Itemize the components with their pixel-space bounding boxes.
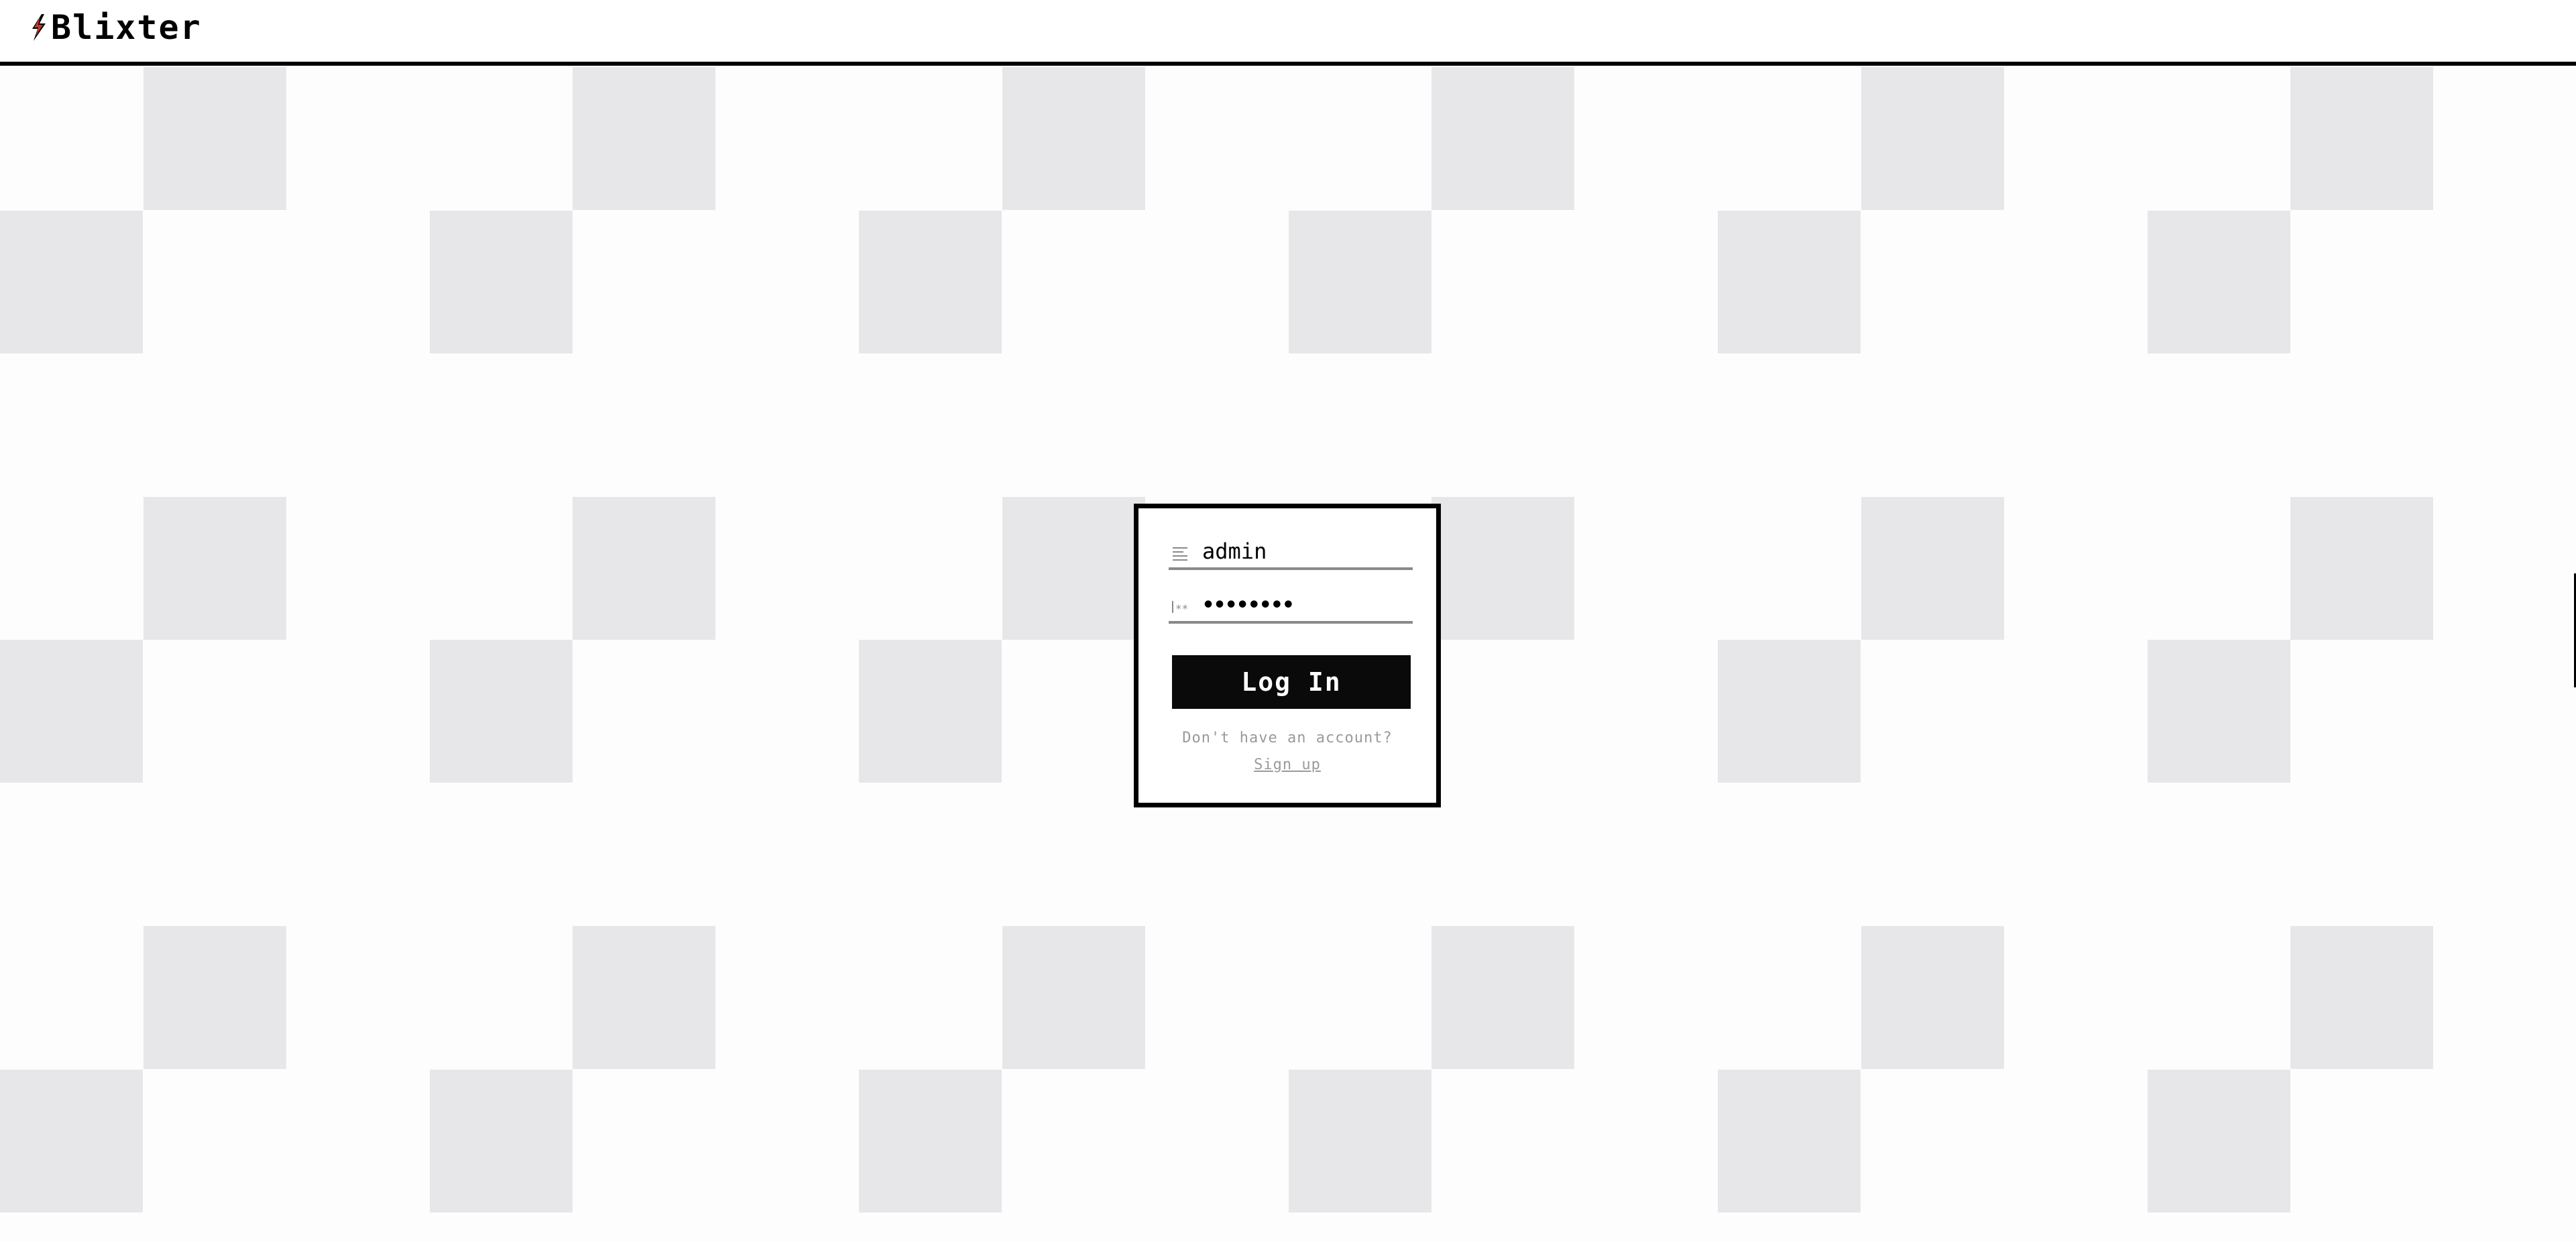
lightning-bolt-icon <box>28 14 48 41</box>
svg-text:**: ** <box>1175 602 1188 614</box>
checker-square <box>859 1069 1002 1212</box>
checker-square <box>2147 640 2290 783</box>
checker-square <box>1288 210 1431 353</box>
checker-square <box>0 210 143 353</box>
username-input[interactable] <box>1202 537 1403 566</box>
checker-square <box>429 640 573 783</box>
checker-square <box>143 496 286 640</box>
brand[interactable]: Blixter <box>28 11 202 44</box>
checker-square <box>1431 67 1574 210</box>
login-card: ** Log In Don't have an account? Sign up <box>1134 504 1441 807</box>
checker-square <box>859 640 1002 783</box>
checker-square <box>1861 67 2004 210</box>
checker-square <box>0 1069 143 1212</box>
checker-square <box>143 67 286 210</box>
checker-square <box>1288 1069 1431 1212</box>
checker-square <box>573 496 715 640</box>
checker-square <box>1002 67 1145 210</box>
checker-square <box>1002 496 1145 640</box>
checker-square <box>2290 67 2433 210</box>
checker-square <box>1861 926 2004 1069</box>
checker-square <box>1431 496 1574 640</box>
signup-link[interactable]: Sign up <box>1254 756 1321 773</box>
checker-square <box>1002 926 1145 1069</box>
signup-row: Sign up <box>1138 756 1436 773</box>
checker-square <box>2290 926 2433 1069</box>
checker-square <box>0 640 143 783</box>
username-field[interactable] <box>1169 537 1413 570</box>
top-header: Blixter <box>0 0 2576 66</box>
checker-square <box>2147 210 2290 353</box>
text-lines-icon <box>1171 546 1190 561</box>
checker-square <box>2147 1069 2290 1212</box>
checker-square <box>573 926 715 1069</box>
checker-square <box>1718 210 1861 353</box>
no-account-text: Don't have an account? <box>1182 730 1393 746</box>
checker-square <box>1861 496 2004 640</box>
login-button[interactable]: Log In <box>1172 655 1411 709</box>
password-input[interactable] <box>1202 590 1403 620</box>
password-icon: ** <box>1171 600 1190 615</box>
password-field[interactable]: ** <box>1169 590 1413 624</box>
app-name: Blixter <box>51 8 202 47</box>
checker-square <box>573 67 715 210</box>
checker-square <box>859 210 1002 353</box>
checker-square <box>1431 926 1574 1069</box>
checker-square <box>1718 1069 1861 1212</box>
checker-square <box>2290 496 2433 640</box>
checker-square <box>143 926 286 1069</box>
checker-square <box>1718 640 1861 783</box>
checker-square <box>429 1069 573 1212</box>
checker-square <box>429 210 573 353</box>
